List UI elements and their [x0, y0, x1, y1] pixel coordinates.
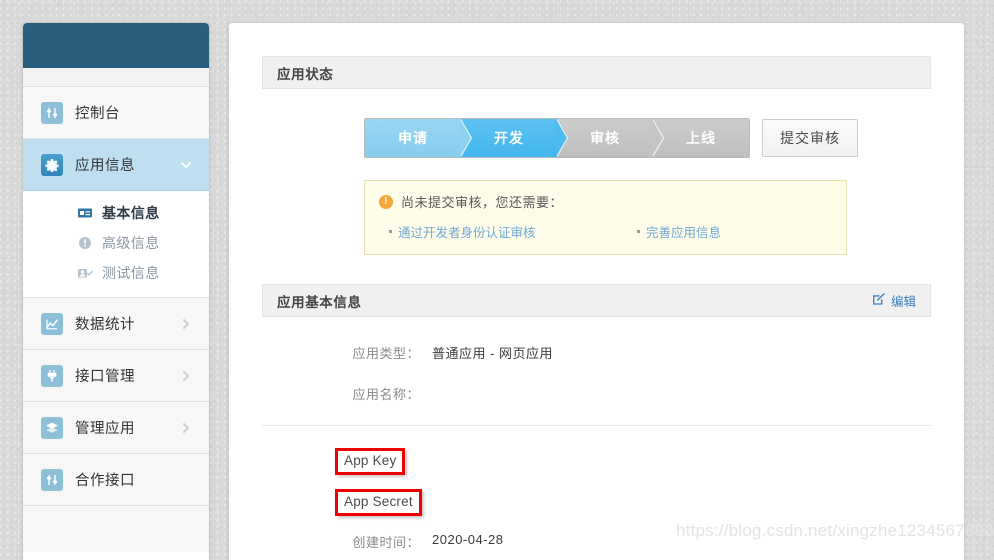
sidebar-item-label: 控制台 — [75, 106, 120, 122]
main-content: 应用状态 申请 开发 审核 上线 提交审核 ! 尚未提交审核，您还需要： 通过开… — [228, 22, 965, 560]
app-status-panel: 应用状态 申请 开发 审核 上线 提交审核 ! 尚未提交审核，您还需要： 通过开… — [262, 56, 931, 255]
step-label: 开发 — [494, 130, 524, 146]
gear-icon — [41, 153, 63, 176]
sidebar-subitem-label: 基本信息 — [102, 205, 160, 221]
credential-row-app-key: App Key — [262, 448, 931, 475]
chevron-down-icon — [179, 158, 193, 172]
sidebar-item-api-management[interactable]: 接口管理 — [23, 350, 209, 402]
notice-item-label: 通过开发者身份认证审核 — [398, 226, 536, 240]
sidebar-item-label: 接口管理 — [75, 369, 135, 385]
app-secret-label: App Secret — [344, 494, 413, 509]
step-label: 上线 — [686, 130, 716, 146]
info-value: 普通应用 - 网页应用 — [432, 346, 554, 361]
created-time-value: 2020-04-28 — [432, 532, 504, 547]
sidebar-item-test-info[interactable]: 测试信息 — [23, 258, 209, 288]
notice-item-complete-app-info[interactable]: 完善应用信息 — [637, 222, 721, 241]
notice-heading-row: ! 尚未提交审核，您还需要： — [379, 192, 832, 211]
status-stepper-row: 申请 开发 审核 上线 提交审核 — [364, 118, 931, 158]
sidebar-item-label: 管理应用 — [75, 421, 135, 437]
id-card-icon — [77, 205, 93, 221]
app-key-annotation: App Key — [335, 448, 406, 475]
info-row-app-type: 应用类型： 普通应用 - 网页应用 — [262, 343, 931, 362]
chart-line-icon — [41, 312, 63, 335]
sidebar-item-advanced-info[interactable]: 高级信息 — [23, 228, 209, 258]
step-develop[interactable]: 开发 — [461, 119, 568, 157]
step-label: 审核 — [590, 130, 620, 146]
sidebar-item-partner-api[interactable]: 合作接口 — [23, 454, 209, 506]
user-check-icon — [77, 265, 93, 281]
layers-icon — [41, 416, 63, 439]
info-circle-icon — [77, 235, 93, 251]
sidebar-subitem-label: 测试信息 — [102, 265, 160, 281]
chevron-right-icon — [179, 369, 193, 383]
sidebar-footer — [23, 506, 209, 552]
app-basic-info-panel: 应用基本信息 编辑 应用类型： 普通应用 - 网页应用 应用名称： — [262, 284, 931, 403]
app-basic-info-header: 应用基本信息 编辑 — [262, 284, 931, 317]
step-arrow — [556, 119, 567, 157]
step-review[interactable]: 审核 — [557, 119, 664, 157]
step-online[interactable]: 上线 — [653, 119, 749, 157]
sidebar-submenu: 基本信息 高级信息 测试信息 — [23, 191, 209, 298]
sliders-icon — [41, 468, 63, 491]
panel-title: 应用状态 — [277, 66, 334, 82]
edit-label: 编辑 — [890, 295, 916, 309]
plug-icon — [41, 364, 63, 387]
notice-item-list: 通过开发者身份认证审核 完善应用信息 — [389, 222, 832, 241]
warning-icon: ! — [379, 194, 393, 209]
review-notice: ! 尚未提交审核，您还需要： 通过开发者身份认证审核 完善应用信息 — [364, 180, 847, 255]
chevron-right-icon — [179, 317, 193, 331]
sliders-icon — [41, 101, 63, 124]
info-row-app-name: 应用名称： — [262, 384, 931, 403]
info-label: 应用类型： — [352, 346, 420, 361]
edit-button[interactable]: 编辑 — [872, 291, 916, 310]
sidebar-item-basic-info[interactable]: 基本信息 — [23, 198, 209, 228]
credential-row-spacer — [262, 489, 335, 516]
app-info-rows: 应用类型： 普通应用 - 网页应用 应用名称： — [262, 317, 931, 403]
info-label: 应用名称： — [352, 387, 420, 402]
sidebar-item-label: 应用信息 — [75, 158, 135, 174]
step-arrow — [460, 119, 471, 157]
created-time-label: 创建时间： — [352, 535, 420, 550]
step-arrow — [652, 119, 663, 157]
bullet-icon — [389, 230, 392, 233]
status-stepper: 申请 开发 审核 上线 — [364, 118, 750, 158]
credential-rows: App Key App Secret 创建时间： 2020-04-28 — [262, 426, 931, 551]
sidebar-item-statistics[interactable]: 数据统计 — [23, 298, 209, 350]
step-apply[interactable]: 申请 — [365, 119, 472, 157]
sidebar-item-app-info[interactable]: 应用信息 — [23, 139, 209, 191]
edit-square-icon — [872, 292, 886, 309]
sidebar-header — [23, 23, 209, 68]
sidebar-item-console[interactable]: 控制台 — [23, 87, 209, 139]
sidebar-spacer — [23, 68, 209, 87]
info-row-created-time: 创建时间： 2020-04-28 — [262, 532, 931, 551]
app-secret-annotation: App Secret — [335, 489, 422, 516]
sidebar-subitem-label: 高级信息 — [102, 235, 160, 251]
panel-title: 应用基本信息 — [277, 294, 362, 310]
sidebar-item-manage-apps[interactable]: 管理应用 — [23, 402, 209, 454]
notice-item-label: 完善应用信息 — [646, 226, 722, 240]
submit-review-button[interactable]: 提交审核 — [762, 119, 858, 157]
credential-row-spacer — [262, 448, 335, 475]
credential-row-app-secret: App Secret — [262, 489, 931, 516]
step-label: 申请 — [398, 130, 428, 146]
credentials-section: App Key App Secret 创建时间： 2020-04-28 — [262, 426, 931, 551]
sidebar-item-label: 数据统计 — [75, 317, 135, 333]
notice-heading: 尚未提交审核，您还需要： — [401, 195, 564, 210]
app-key-label: App Key — [344, 453, 397, 468]
sidebar: 控制台 应用信息 基本信息 高级信息 测试信息 数据统计 接口管理 管理应用 合… — [22, 22, 210, 560]
bullet-icon — [637, 230, 640, 233]
notice-item-developer-verification[interactable]: 通过开发者身份认证审核 — [389, 222, 637, 241]
sidebar-item-label: 合作接口 — [75, 473, 135, 489]
app-status-header: 应用状态 — [262, 56, 931, 89]
chevron-right-icon — [179, 421, 193, 435]
